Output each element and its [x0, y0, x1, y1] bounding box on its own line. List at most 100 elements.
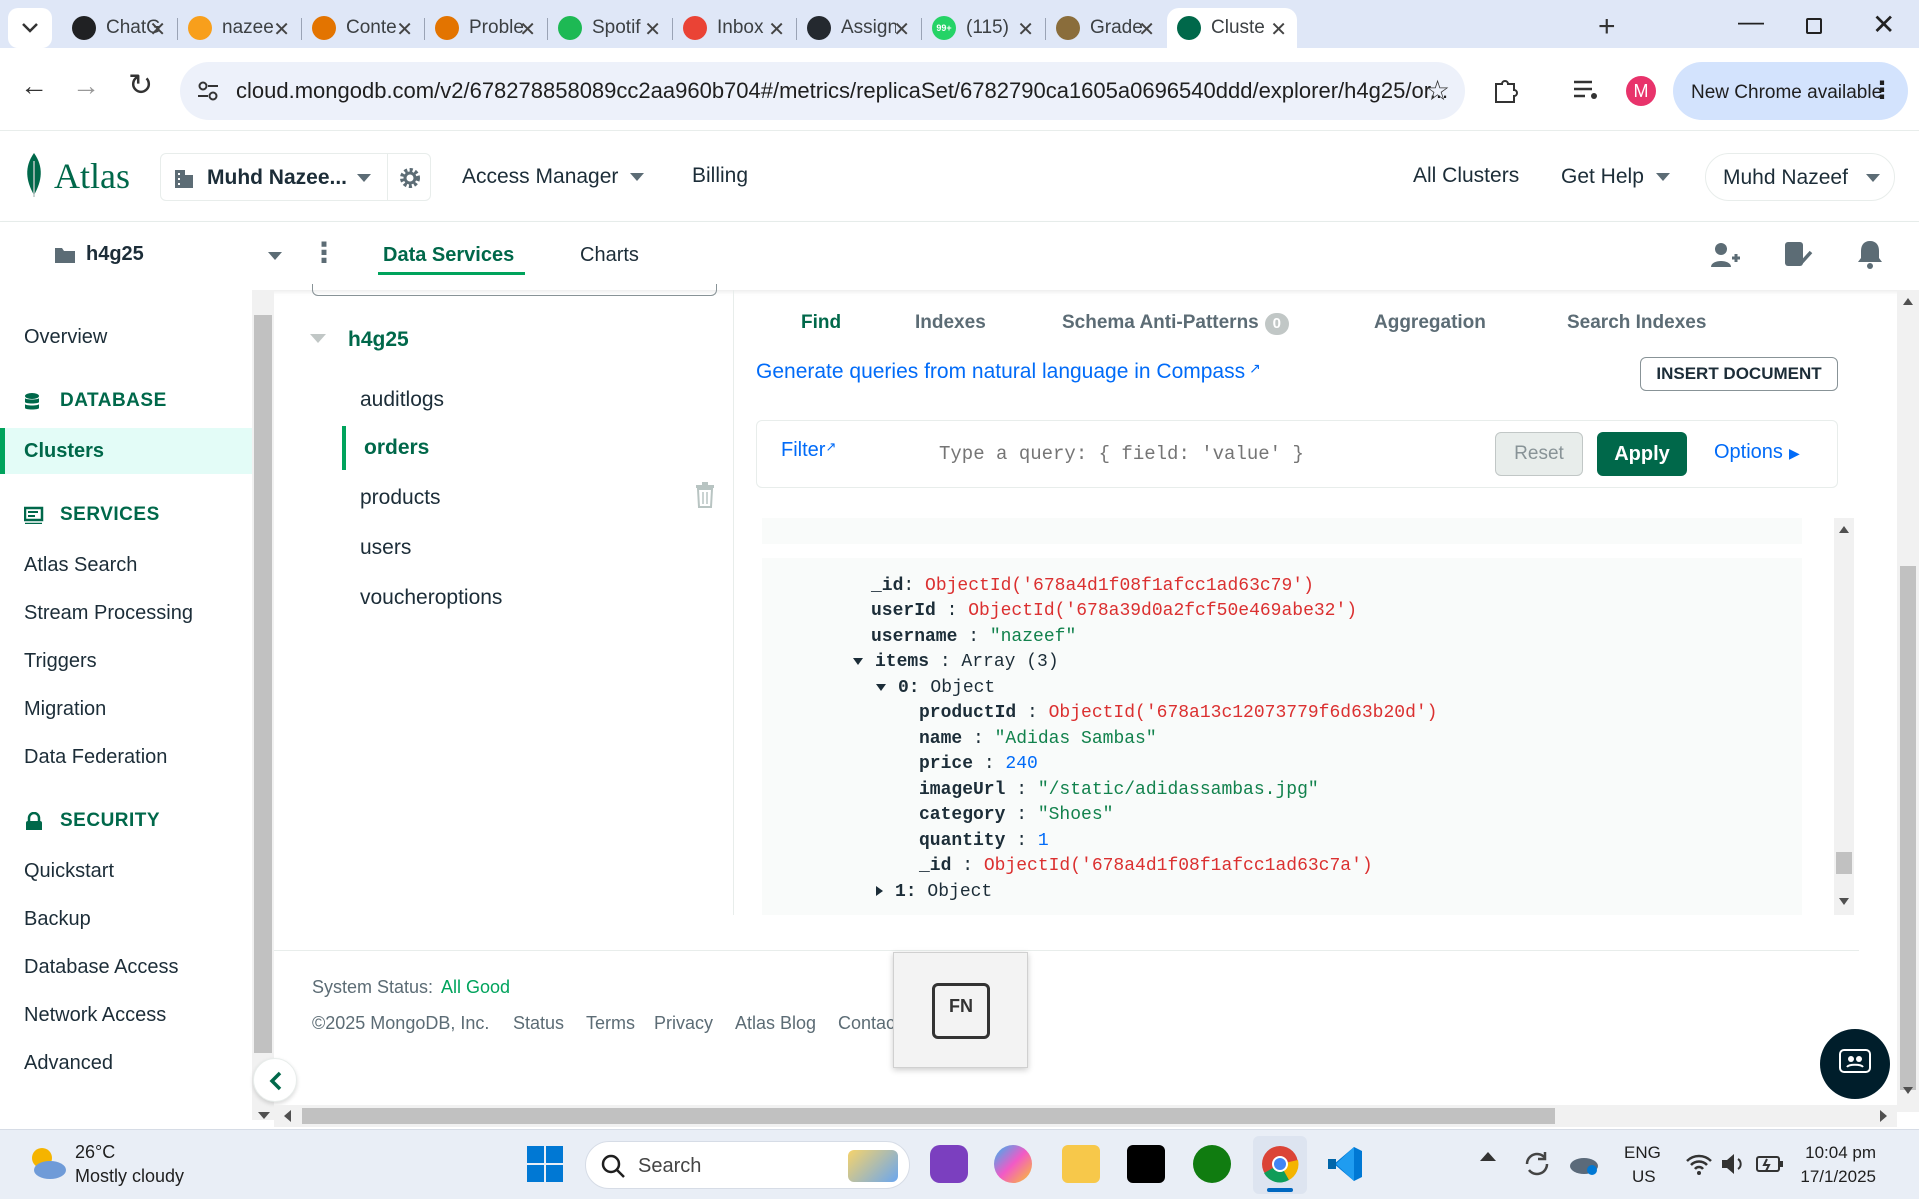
browser-tab[interactable]: Spotif ✕: [548, 8, 673, 48]
restore-button[interactable]: [1806, 18, 1822, 34]
sidebar-item-quickstart[interactable]: Quickstart: [24, 860, 114, 883]
weather-temperature[interactable]: 26°C: [75, 1142, 115, 1163]
browser-tab[interactable]: Conte ✕: [302, 8, 425, 48]
tab-search-button[interactable]: [8, 8, 52, 48]
close-tab-icon[interactable]: ✕: [768, 17, 785, 42]
sidebar-item-atlas-search[interactable]: Atlas Search: [24, 554, 137, 577]
close-tab-icon[interactable]: ✕: [893, 17, 910, 42]
volume-icon[interactable]: [1720, 1152, 1746, 1176]
doc-field-item-1[interactable]: 1: Object: [876, 882, 992, 902]
project-more-vert-icon[interactable]: ⋮: [310, 236, 338, 269]
browser-tab[interactable]: nazee ✕: [178, 8, 302, 48]
billing-link[interactable]: Billing: [692, 164, 748, 188]
sidebar-item-overview[interactable]: Overview: [24, 326, 107, 349]
bookmark-star-icon[interactable]: ☆: [1425, 74, 1450, 107]
doc-field-item-0[interactable]: 0: Object: [876, 678, 995, 698]
onedrive-icon[interactable]: [1568, 1152, 1600, 1176]
media-queue-icon[interactable]: [1572, 78, 1600, 102]
collection-voucheroptions[interactable]: voucheroptions: [360, 586, 502, 610]
close-tab-icon[interactable]: ✕: [149, 17, 166, 42]
weather-cloudy-icon[interactable]: [26, 1142, 68, 1182]
sidebar-item-backup[interactable]: Backup: [24, 908, 91, 931]
sidebar-item-database-access[interactable]: Database Access: [24, 956, 179, 979]
close-tab-icon[interactable]: ✕: [644, 17, 661, 42]
close-tab-icon[interactable]: ✕: [396, 17, 413, 42]
reset-button[interactable]: Reset: [1495, 432, 1583, 476]
language-indicator[interactable]: ENG: [1624, 1143, 1661, 1163]
close-tab-icon[interactable]: ✕: [273, 17, 290, 42]
clock-time[interactable]: 10:04 pm: [1800, 1143, 1876, 1163]
expand-arrow-icon[interactable]: [853, 657, 863, 665]
horizontal-scrollbar-thumb[interactable]: [302, 1108, 1555, 1124]
tab-indexes[interactable]: Indexes: [915, 312, 986, 334]
browser-tab[interactable]: Inbox ✕: [673, 8, 797, 48]
filter-query-input[interactable]: [937, 435, 1417, 473]
bell-icon[interactable]: [1856, 238, 1884, 270]
taskbar-app-vscode-icon[interactable]: [1326, 1145, 1364, 1183]
close-tab-icon[interactable]: ✕: [1017, 17, 1034, 42]
reload-button[interactable]: ↻: [128, 68, 153, 103]
sidebar-item-advanced[interactable]: Advanced: [24, 1052, 113, 1075]
organization-selector[interactable]: Muhd Nazee...: [160, 153, 388, 201]
tab-find[interactable]: Find: [801, 312, 841, 334]
close-tab-icon[interactable]: ✕: [519, 17, 536, 42]
caret-down-icon[interactable]: [310, 334, 326, 344]
invite-user-icon[interactable]: [1710, 240, 1740, 270]
compass-link[interactable]: Generate queries from natural language i…: [756, 360, 1261, 384]
support-chat-button[interactable]: [1820, 1029, 1890, 1099]
page-scrollbar-down-icon[interactable]: [1903, 1087, 1913, 1094]
sidebar-item-data-federation[interactable]: Data Federation: [24, 746, 167, 769]
footer-link-atlas-blog[interactable]: Atlas Blog: [735, 1013, 816, 1034]
site-settings-icon[interactable]: [196, 79, 220, 103]
url-text[interactable]: cloud.mongodb.com/v2/678278858089cc2aa96…: [236, 78, 1448, 104]
sidebar-item-stream-processing[interactable]: Stream Processing: [24, 602, 193, 625]
documents-scrollbar-thumb[interactable]: [1836, 852, 1852, 874]
close-window-button[interactable]: ✕: [1872, 8, 1895, 41]
taskbar-search-box[interactable]: Search: [585, 1141, 910, 1189]
taskbar-app-chrome-active[interactable]: [1253, 1136, 1307, 1194]
user-menu[interactable]: Muhd Nazeef: [1705, 153, 1895, 201]
taskbar-app-terminal-icon[interactable]: [930, 1145, 968, 1183]
bottom-left-scroll-down-icon[interactable]: [258, 1112, 270, 1119]
project-selector[interactable]: h4g25: [54, 242, 284, 272]
page-scrollbar-thumb[interactable]: [1900, 566, 1916, 1090]
apply-button[interactable]: Apply: [1597, 432, 1687, 476]
close-tab-icon[interactable]: ✕: [1138, 17, 1155, 42]
collection-products[interactable]: products: [360, 486, 441, 510]
wifi-icon[interactable]: [1685, 1152, 1713, 1176]
new-chrome-available-button[interactable]: New Chrome available ⋮: [1673, 62, 1908, 120]
sidebar-item-migration[interactable]: Migration: [24, 698, 106, 721]
sidebar-item-triggers[interactable]: Triggers: [24, 650, 97, 673]
footer-link-status[interactable]: Status: [513, 1013, 564, 1034]
sync-icon[interactable]: [1523, 1150, 1551, 1178]
collapse-arrow-icon[interactable]: [876, 886, 883, 897]
browser-tab[interactable]: Assign ✕: [797, 8, 922, 48]
collection-users[interactable]: users: [360, 536, 411, 560]
doc-field-items[interactable]: items : Array (3): [853, 652, 1059, 672]
footer-link-privacy[interactable]: Privacy: [654, 1013, 713, 1034]
sidebar-item-clusters[interactable]: Clusters: [0, 428, 252, 474]
insert-document-button[interactable]: INSERT DOCUMENT: [1640, 357, 1838, 391]
taskbar-app-intellij-icon[interactable]: [1127, 1145, 1165, 1183]
horizontal-scroll-right-icon[interactable]: [1880, 1110, 1887, 1122]
tab-schema-anti-patterns[interactable]: Schema Anti-Patterns 0: [1062, 312, 1289, 335]
tab-aggregation[interactable]: Aggregation: [1374, 312, 1486, 334]
tab-search-indexes[interactable]: Search Indexes: [1567, 312, 1706, 334]
browser-tab[interactable]: Cluste ✕: [1167, 8, 1297, 48]
page-scrollbar-up-icon[interactable]: [1903, 298, 1913, 305]
sidebar-item-network-access[interactable]: Network Access: [24, 1004, 166, 1027]
windows-start-icon[interactable]: [527, 1146, 563, 1182]
tab-charts[interactable]: Charts: [580, 244, 639, 267]
address-bar[interactable]: cloud.mongodb.com/v2/678278858089cc2aa96…: [180, 62, 1465, 120]
profile-avatar[interactable]: M: [1626, 76, 1656, 106]
browser-tab[interactable]: 99+ (115) ✕: [922, 8, 1046, 48]
access-manager-menu[interactable]: Access Manager: [462, 165, 645, 189]
region-indicator[interactable]: US: [1632, 1167, 1656, 1187]
close-tab-icon[interactable]: ✕: [1270, 17, 1287, 42]
documents-scrollbar-up-icon[interactable]: [1839, 526, 1849, 533]
taskbar-app-file-explorer-icon[interactable]: [1062, 1145, 1100, 1183]
show-hidden-icons-button[interactable]: [1480, 1152, 1496, 1161]
battery-icon[interactable]: [1756, 1154, 1784, 1174]
clock-date[interactable]: 17/1/2025: [1796, 1167, 1876, 1187]
atlas-logo-text[interactable]: Atlas: [54, 155, 130, 197]
